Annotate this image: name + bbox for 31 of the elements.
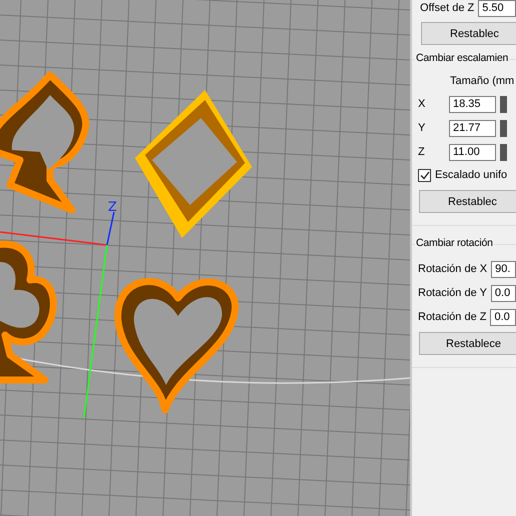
uniform-scale-label: Escalado unifo xyxy=(435,169,508,181)
spinner-icon[interactable] xyxy=(500,96,507,112)
group-title: Cambiar rotación xyxy=(415,237,494,249)
size-input[interactable]: 21.77 xyxy=(449,120,496,136)
size-input[interactable]: 18.35 xyxy=(449,96,496,112)
reset-button[interactable]: Restablece xyxy=(419,332,516,355)
spinner-icon[interactable] xyxy=(500,120,507,136)
rotation-input[interactable]: 0.0 xyxy=(490,284,516,302)
offset-input[interactable]: 5.50 xyxy=(478,0,516,16)
rotation-input[interactable]: 90. xyxy=(491,260,516,278)
offset-label: Offset de Z xyxy=(420,2,474,14)
heart-cutter-drawing[interactable] xyxy=(114,278,238,414)
diamond-cutter-drawing[interactable] xyxy=(135,90,252,238)
axis-label: Z xyxy=(418,146,426,158)
group-title: Cambiar escalamien xyxy=(415,52,510,64)
rotation-label: Rotación de X xyxy=(418,263,488,275)
reset-button[interactable]: Restablec xyxy=(419,190,516,213)
rotation-label: Rotación de Y xyxy=(418,287,487,299)
axis-label: X xyxy=(418,98,426,110)
size-input[interactable]: 11.00 xyxy=(449,144,496,160)
reset-button[interactable]: Restablec xyxy=(421,22,516,45)
z-axis-label: Z xyxy=(108,200,117,215)
axis-label: Y xyxy=(418,122,426,134)
uniform-scale-checkbox[interactable] xyxy=(418,168,431,182)
spinner-icon[interactable] xyxy=(500,144,507,160)
rotation-label: Rotación de Z xyxy=(418,311,486,323)
club-cutter-drawing[interactable] xyxy=(0,240,57,384)
z-axis-line xyxy=(106,212,115,246)
rotation-input[interactable]: 0.0 xyxy=(490,308,516,326)
spade-cutter-drawing[interactable] xyxy=(0,72,90,214)
size-label: Tamaño (mm xyxy=(450,75,514,87)
